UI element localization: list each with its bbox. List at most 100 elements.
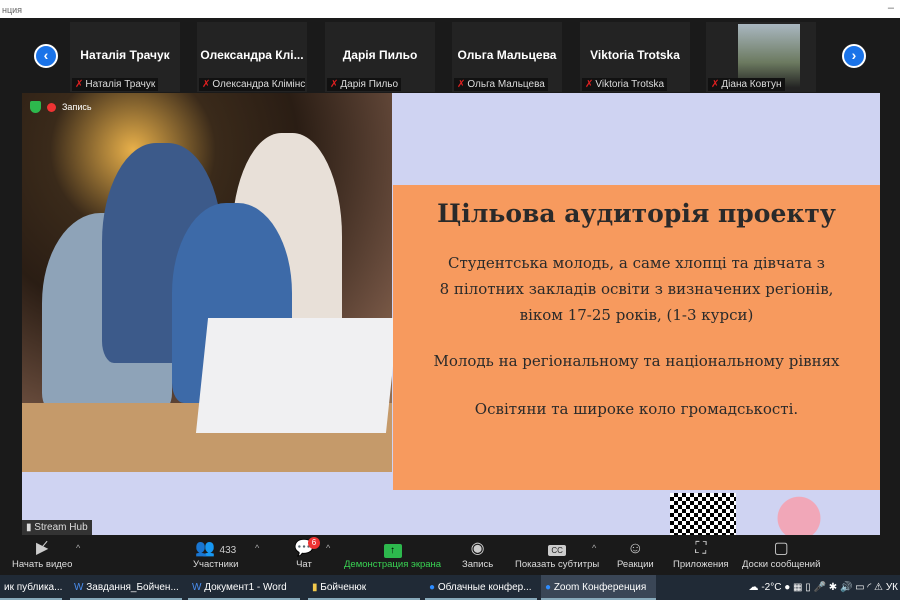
weather-icon: ☁ [748, 582, 759, 593]
label: Завдання_Бойчен... [86, 582, 179, 593]
label: Показать субтитры [515, 559, 600, 570]
prev-page-button[interactable]: ‹ [34, 44, 58, 68]
chat-caret[interactable]: ^ [326, 543, 330, 553]
mic-muted-icon: ✗ [75, 79, 84, 90]
recording-label: Запись [62, 102, 92, 112]
record-icon [47, 102, 56, 112]
apps-icon: ⛶ [695, 540, 707, 557]
shield-icon [30, 101, 41, 113]
participant-label: Viktoria Trotska [595, 79, 665, 90]
smiley-icon: ☺ [627, 540, 644, 557]
participant-label: Діана Ковтун [721, 79, 782, 90]
temperature: -2°C [761, 582, 782, 593]
taskbar-item[interactable]: W Завдання_Бойчен... [70, 575, 182, 600]
window-titlebar: нция – [0, 0, 900, 18]
mic-muted-icon: ✗ [585, 79, 594, 90]
participants-caret[interactable]: ^ [255, 543, 259, 553]
zoom-icon: ● [429, 582, 438, 593]
label: Приложения [673, 559, 729, 570]
start-video-button[interactable]: ▶̸ Начать видео [12, 539, 72, 570]
participants-button[interactable]: 👥 433 Участники [193, 539, 238, 570]
label: Zoom Конференция [553, 582, 647, 593]
word-icon: W [74, 582, 87, 593]
cc-icon: CC [548, 545, 566, 556]
mic-muted-icon: ✗ [202, 79, 211, 90]
taskbar-item[interactable]: ик публика... [0, 575, 62, 600]
slide-line: Студентська молодь, а саме хлопці та дів… [448, 254, 825, 272]
taskbar-item-active[interactable]: ● Zoom Конференция [541, 575, 656, 600]
flower-decoration [754, 493, 854, 535]
stream-hub-label: ▮ Stream Hub [22, 520, 92, 535]
reactions-button[interactable]: ☺ Реакции [617, 539, 654, 570]
language-indicator[interactable]: УК [886, 582, 898, 593]
participant-label: Дарія Пильо [340, 79, 399, 90]
share-screen-button[interactable]: ↑ Демонстрация экрана [344, 539, 441, 570]
qr-code [670, 493, 736, 535]
whiteboards-button[interactable]: ▢ Доски сообщений [742, 539, 820, 570]
word-icon: W [192, 582, 205, 593]
chat-badge: 6 [308, 537, 320, 549]
participant-name: Олександра Клі... [200, 48, 304, 62]
participant-tile[interactable]: Наталія Трачук ✗ Наталія Трачук [70, 22, 180, 92]
slide-line: Освітяни та широке коло громадськості. [474, 400, 799, 418]
participant-tile[interactable]: Viktoria Trotska ✗ Viktoria Trotska [580, 22, 690, 92]
laptop-image [195, 318, 399, 433]
windows-taskbar: ик публика... W Завдання_Бойчен... W Док… [0, 575, 900, 600]
record-circle-icon: ◉ [470, 540, 485, 557]
participant-label: Ольга Мальцева [467, 79, 545, 90]
participant-name: Ольга Мальцева [457, 48, 557, 62]
participant-name: Viktoria Trotska [590, 48, 680, 62]
slide-line: віком 17-25 років, (1-3 курси) [519, 306, 754, 324]
slide-text-box: Цільова аудиторія проекту Студентська мо… [393, 185, 880, 490]
slide-line: 8 пілотних закладів освіти з визначених … [439, 280, 834, 298]
captions-button[interactable]: CC Показать субтитры [515, 539, 599, 570]
participant-name: Наталія Трачук [80, 48, 170, 62]
label: Доски сообщений [742, 559, 821, 570]
label: Документ1 - Word [204, 582, 287, 593]
shared-screen: Запись Цільова аудиторія проекту Студент… [22, 93, 880, 535]
label: Участники [193, 559, 239, 570]
video-options-caret[interactable]: ^ [76, 543, 80, 553]
label: Запись [462, 559, 494, 570]
slide-photo: Запись [22, 93, 399, 472]
mic-muted-icon: ✗ [711, 79, 720, 90]
mic-muted-icon: ✗ [330, 79, 339, 90]
label: Бойченюк [320, 582, 367, 593]
meeting-toolbar: ▶̸ Начать видео ^ 👥 433 Участники ^ 💬 6 Чат … [0, 535, 900, 575]
taskbar-item[interactable]: ● Облачные конфер... [425, 575, 537, 600]
record-button[interactable]: ◉ Запись [462, 539, 493, 570]
participants-count: 433 [219, 545, 237, 556]
taskbar-item[interactable]: W Документ1 - Word [188, 575, 300, 600]
taskbar-item[interactable]: ▮ Бойченюк [308, 575, 420, 600]
whiteboard-icon: ▢ [773, 540, 789, 557]
share-arrow-icon: ↑ [383, 544, 402, 558]
zoom-icon: ● [545, 582, 554, 593]
stream-name: Stream Hub [34, 522, 88, 533]
slide-line: Молодь на регіональному та національному… [433, 352, 840, 370]
mic-muted-icon: ✗ [457, 79, 466, 90]
window-title: нция [2, 5, 23, 15]
slide-title: Цільова аудиторія проекту [437, 199, 836, 228]
participants-icon: 👥 [195, 540, 216, 557]
participant-tile[interactable]: Дарія Пильо ✗ Дарія Пильо [325, 22, 435, 92]
apps-button[interactable]: ⛶ Приложения [673, 539, 729, 570]
label: Демонстрация экрана [344, 559, 442, 570]
captions-caret[interactable]: ^ [592, 543, 596, 553]
label: ик публика... [4, 582, 63, 593]
participant-tile[interactable]: ✗ Діана Ковтун [706, 22, 816, 92]
label: Начать видео [12, 559, 73, 570]
system-tray: ☁ -2°C ● ▦ ▯ 🎤 ✱ 🔊 ▭ ◜ ⚠ УК [749, 582, 898, 593]
minimize-button[interactable]: – [888, 2, 894, 14]
video-off-icon: ▶̸ [36, 540, 49, 557]
chat-button[interactable]: 💬 6 Чат [294, 537, 320, 570]
next-page-button[interactable]: › [842, 44, 866, 68]
participant-label: Наталія Трачук [85, 79, 156, 90]
label: Реакции [617, 559, 654, 570]
tray-icons[interactable]: ● ▦ ▯ 🎤 ✱ 🔊 ▭ ◜ ⚠ [784, 582, 883, 593]
label: Чат [296, 559, 312, 570]
participant-label: Олександра Клімінсь... [212, 79, 305, 90]
participant-tile[interactable]: Олександра Клі... ✗Олександра Клімінсь... [197, 22, 307, 92]
participant-name: Дарія Пильо [342, 48, 418, 62]
participant-tile[interactable]: Ольга Мальцева ✗ Ольга Мальцева [452, 22, 562, 92]
label: Облачные конфер... [437, 582, 532, 593]
